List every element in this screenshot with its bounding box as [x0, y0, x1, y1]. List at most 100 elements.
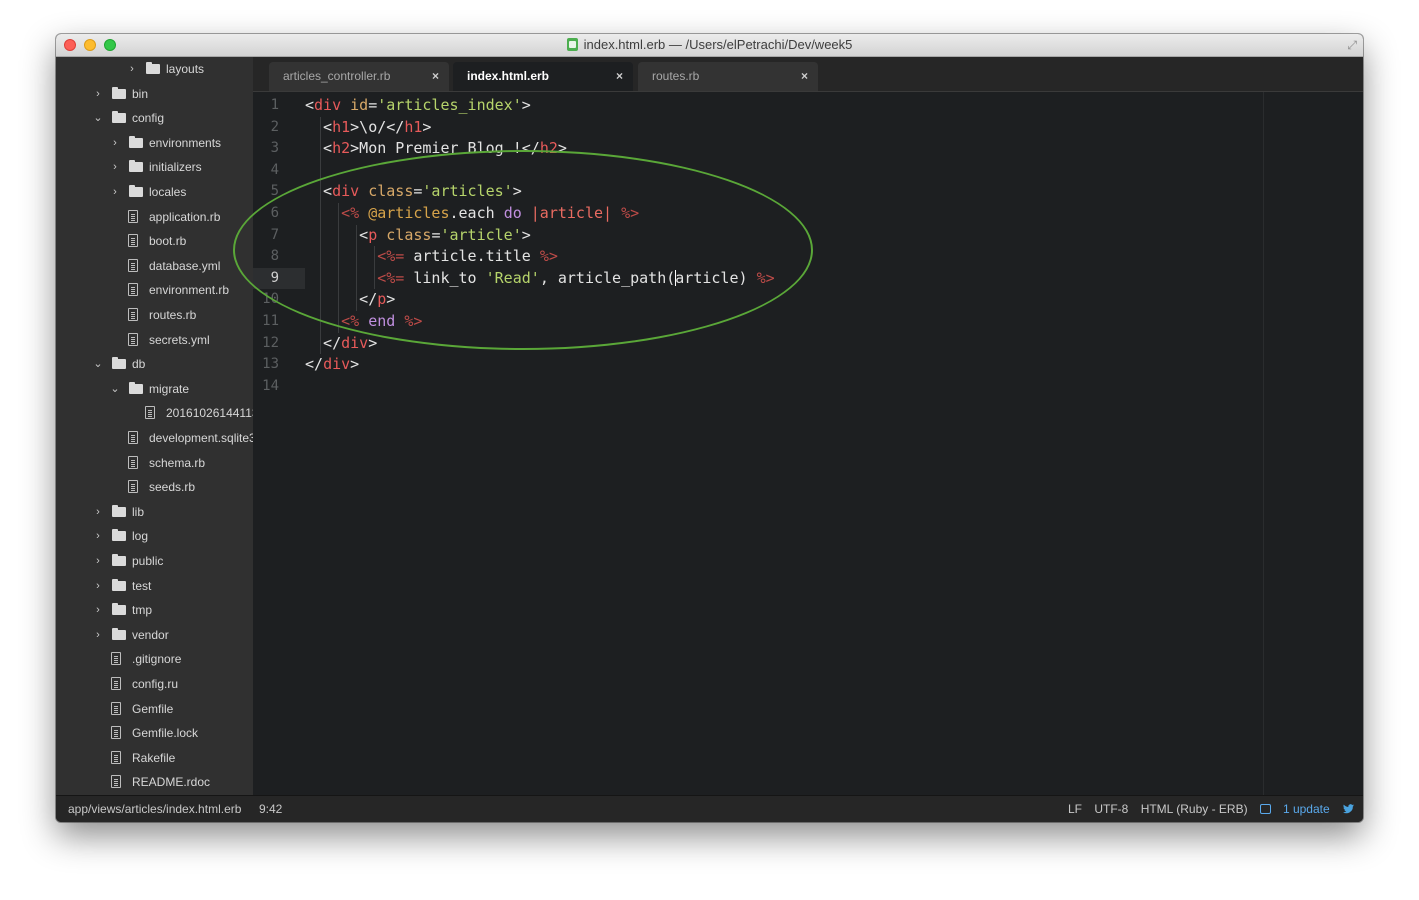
code-line[interactable]: <%= article.title %>: [305, 246, 558, 268]
chevron-right-icon[interactable]: ›: [93, 574, 103, 598]
chevron-down-icon[interactable]: ⌄: [93, 352, 103, 376]
line-number: 11: [262, 313, 279, 329]
tab-articles-controller-rb[interactable]: articles_controller.rb ×: [269, 62, 449, 92]
file-icon: [128, 283, 138, 297]
code-token: class: [386, 225, 432, 244]
code-token: >: [557, 139, 567, 158]
status-file-path[interactable]: app/views/articles/index.html.erb: [68, 796, 241, 822]
code-line[interactable]: <% end %>: [305, 311, 422, 333]
code-token: p: [368, 225, 378, 244]
chevron-right-icon[interactable]: ›: [93, 623, 103, 647]
code-line[interactable]: <h1>\o/</h1>: [305, 117, 431, 139]
tree-item-readme-rdoc[interactable]: README.rdoc: [56, 770, 253, 794]
close-tab-icon[interactable]: ×: [801, 62, 808, 90]
tree-item-lib[interactable]: › lib: [56, 500, 253, 524]
tree-item-database-yml[interactable]: database.yml: [56, 254, 253, 278]
code-token: >: [386, 290, 396, 309]
chevron-right-icon[interactable]: ›: [93, 82, 103, 106]
status-line-ending[interactable]: LF: [1068, 802, 1082, 816]
code-line[interactable]: <h2>Mon Premier Blog !</h2>: [305, 138, 567, 160]
code-token: <%: [341, 312, 360, 330]
tree-item-gemfile[interactable]: Gemfile: [56, 697, 253, 721]
tree-item-layouts[interactable]: › layouts: [56, 57, 253, 81]
file-icon: [128, 332, 138, 346]
folder-icon: [112, 357, 126, 370]
tree-item-label: .gitignore: [132, 652, 182, 667]
tree-item-label: environments: [149, 135, 222, 150]
tree-item-db[interactable]: ⌄ db: [56, 352, 253, 376]
code-line[interactable]: </div>: [305, 354, 359, 376]
fullscreen-icon[interactable]: ⤢: [1347, 38, 1357, 53]
status-update-link[interactable]: 1 update: [1259, 802, 1330, 816]
tree-item-public[interactable]: › public: [56, 549, 253, 573]
code-line[interactable]: </p>: [305, 289, 395, 311]
code-editor[interactable]: <div id='articles_index'> <h1>\o/</h1> <…: [305, 92, 1363, 796]
chevron-right-icon[interactable]: ›: [93, 500, 103, 524]
code-line[interactable]: <%= link_to 'Read', article_path(article…: [305, 268, 774, 290]
tree-item-routes-rb[interactable]: routes.rb: [56, 303, 253, 327]
status-cursor-position[interactable]: 9:42: [259, 796, 282, 822]
tree-item-tmp[interactable]: › tmp: [56, 598, 253, 622]
chevron-down-icon[interactable]: ⌄: [93, 106, 103, 130]
code-token: do: [503, 204, 522, 222]
chevron-right-icon[interactable]: ›: [110, 180, 120, 204]
chevron-right-icon[interactable]: ›: [93, 598, 103, 622]
file-icon: [111, 726, 121, 740]
tree-item-20161026144113-c[interactable]: 20161026144113_c: [56, 401, 253, 425]
line-number: 1: [270, 97, 279, 113]
tree-item-log[interactable]: › log: [56, 524, 253, 548]
tree-item-gitignore[interactable]: .gitignore: [56, 647, 253, 671]
tree-item-initializers[interactable]: › initializers: [56, 155, 253, 179]
folder-icon: [129, 135, 143, 148]
tree-item-seeds-rb[interactable]: seeds.rb: [56, 475, 253, 499]
tree-item-boot-rb[interactable]: boot.rb: [56, 229, 253, 253]
tree-item-label: secrets.yml: [149, 332, 210, 347]
code-token: >\o/</: [350, 117, 405, 136]
code-token: id: [350, 96, 369, 114]
chevron-right-icon[interactable]: ›: [110, 155, 120, 179]
tree-item-rakefile[interactable]: Rakefile: [56, 746, 253, 770]
tree-item-vendor[interactable]: › vendor: [56, 623, 253, 647]
tree-item-label: database.yml: [149, 258, 221, 273]
tree-item-application-rb[interactable]: application.rb: [56, 205, 253, 229]
tree-item-label: vendor: [132, 627, 169, 642]
folder-icon: [112, 603, 126, 616]
chevron-down-icon[interactable]: ⌄: [110, 377, 120, 401]
tree-item-schema-rb[interactable]: schema.rb: [56, 451, 253, 475]
tree-item-gemfile-lock[interactable]: Gemfile.lock: [56, 721, 253, 745]
tree-item-environment-rb[interactable]: environment.rb: [56, 278, 253, 302]
chevron-right-icon[interactable]: ›: [93, 549, 103, 573]
tree-item-locales[interactable]: › locales: [56, 180, 253, 204]
tree-item-config[interactable]: ⌄ config: [56, 106, 253, 130]
status-encoding[interactable]: UTF-8: [1094, 802, 1128, 816]
close-tab-icon[interactable]: ×: [432, 62, 439, 90]
code-line[interactable]: <div id='articles_index'>: [305, 95, 531, 117]
tree-item-label: config: [132, 111, 165, 126]
tab-bar: articles_controller.rb × index.html.erb × ro…: [253, 57, 1363, 92]
code-token: <: [305, 139, 333, 158]
tab-index-html-erb[interactable]: index.html.erb ×: [453, 62, 633, 92]
code-line[interactable]: <% @articles.each do |article| %>: [305, 203, 639, 225]
chevron-right-icon[interactable]: ›: [127, 57, 137, 81]
twitter-bird-icon[interactable]: [1342, 802, 1355, 816]
tree-item-bin[interactable]: › bin: [56, 82, 253, 106]
tree-item-development-sqlite3[interactable]: development.sqlite3: [56, 426, 253, 450]
tree-item-config-ru[interactable]: config.ru: [56, 672, 253, 696]
status-grammar[interactable]: HTML (Ruby - ERB): [1141, 802, 1248, 816]
code-line[interactable]: </div>: [305, 333, 377, 355]
tab-routes-rb[interactable]: routes.rb ×: [638, 62, 818, 92]
tree-item-test[interactable]: › test: [56, 574, 253, 598]
tree-item-migrate[interactable]: ⌄ migrate: [56, 377, 253, 401]
chevron-right-icon[interactable]: ›: [93, 524, 103, 548]
close-tab-icon[interactable]: ×: [616, 62, 623, 90]
folder-icon: [129, 160, 143, 173]
tree-item-environments[interactable]: › environments: [56, 131, 253, 155]
chevron-right-icon[interactable]: ›: [110, 131, 120, 155]
code-token: </: [305, 290, 378, 309]
window-title: index.html.erb — /Users/elPetrachi/Dev/w…: [56, 37, 1363, 52]
code-token: |article|: [530, 204, 613, 222]
code-line[interactable]: <div class='articles'>: [305, 181, 522, 203]
tree-item-secrets-yml[interactable]: secrets.yml: [56, 328, 253, 352]
folder-icon: [112, 111, 126, 124]
